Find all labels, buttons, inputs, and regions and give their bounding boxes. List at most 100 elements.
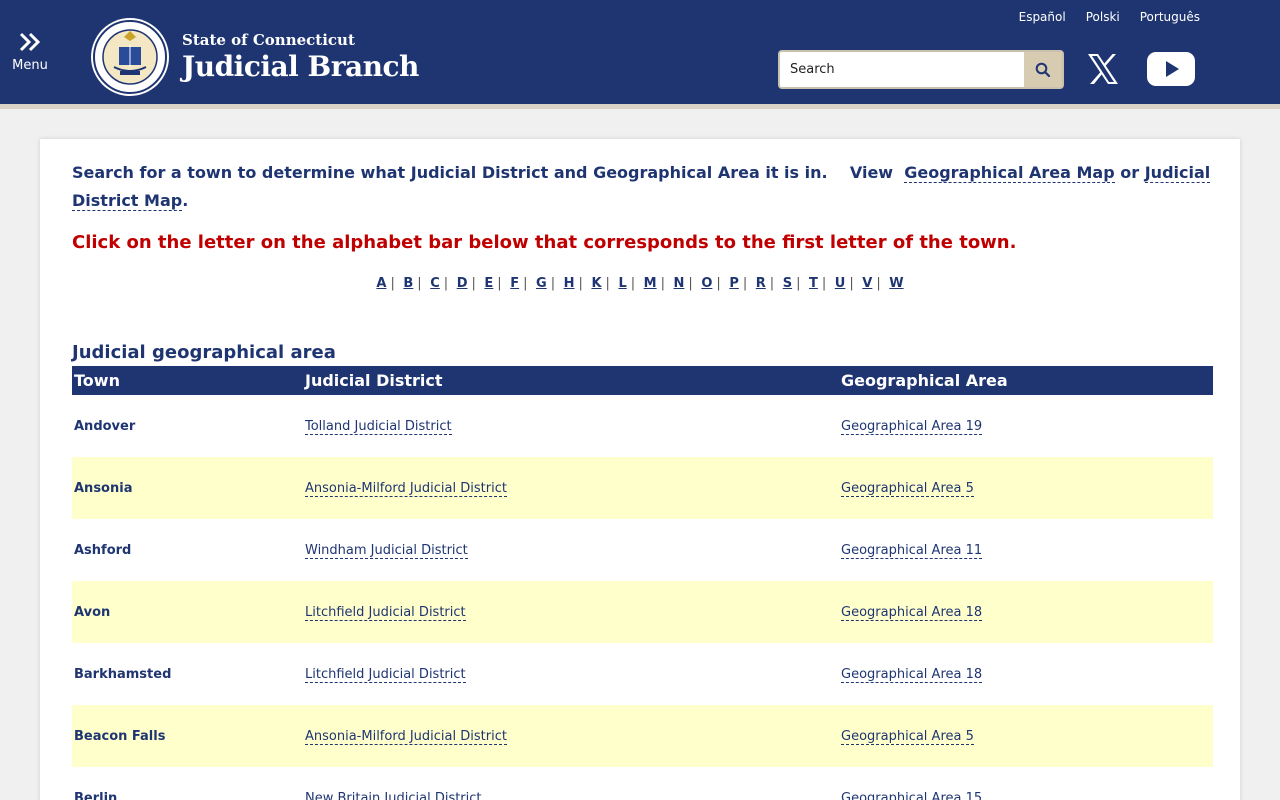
- alpha-link[interactable]: U: [835, 276, 846, 291]
- double-chevron-right-icon: [19, 32, 41, 52]
- intro-paragraph: Search for a town to determine what Judi…: [72, 159, 1212, 215]
- town-cell: Berlin: [74, 790, 118, 800]
- area-link[interactable]: Geographical Area 11: [841, 542, 983, 559]
- area-link[interactable]: Geographical Area 19: [841, 418, 983, 435]
- state-seal-logo[interactable]: [90, 17, 170, 97]
- separator: |: [497, 276, 502, 291]
- district-link[interactable]: Tolland Judicial District: [305, 418, 452, 435]
- town-cell: Beacon Falls: [74, 728, 166, 744]
- table-title: Judicial geographical area: [72, 342, 336, 363]
- district-cell: Litchfield Judicial District: [303, 643, 839, 705]
- district-cell: Windham Judicial District: [303, 519, 839, 581]
- area-link[interactable]: Geographical Area 5: [841, 728, 974, 745]
- town-cell: Ansonia: [74, 480, 133, 496]
- area-link[interactable]: Geographical Area 5: [841, 480, 974, 497]
- brand-title[interactable]: Judicial Branch: [182, 50, 419, 83]
- area-link[interactable]: Geographical Area 15: [841, 790, 983, 800]
- lang-link-polski[interactable]: Polski: [1086, 10, 1120, 24]
- ga-map-link[interactable]: Geographical Area Map: [904, 163, 1115, 183]
- alpha-link[interactable]: M: [644, 276, 657, 291]
- separator: |: [769, 276, 775, 291]
- area-link[interactable]: Geographical Area 18: [841, 666, 983, 683]
- separator: |: [688, 276, 693, 291]
- intro-view: View: [849, 163, 894, 182]
- table-row: Avon Litchfield Judicial District Geogra…: [72, 581, 1213, 643]
- town-cell: Ashford: [74, 542, 132, 558]
- brand-subtitle: State of Connecticut: [182, 31, 355, 49]
- alpha-link[interactable]: R: [756, 276, 766, 291]
- header-geographical-area: Geographical Area: [841, 371, 1008, 390]
- alphabet-bar: A | B | C | D | E | F | G | H | K | L | M | N | O | P…: [40, 276, 1240, 291]
- alpha-link[interactable]: B: [403, 276, 413, 291]
- separator: |: [523, 276, 528, 291]
- language-links: Español Polski Português: [1019, 10, 1200, 24]
- table-header-row: Town Judicial District Geographical Area: [72, 366, 1213, 395]
- alpha-link[interactable]: N: [674, 276, 685, 291]
- separator: |: [796, 276, 801, 291]
- search-button[interactable]: [1024, 52, 1062, 87]
- alpha-link[interactable]: L: [618, 276, 626, 291]
- separator: |: [876, 276, 881, 291]
- table-row: Berlin New Britain Judicial District Geo…: [72, 767, 1213, 800]
- lang-link-espanol[interactable]: Español: [1019, 10, 1066, 24]
- district-link[interactable]: Ansonia-Milford Judicial District: [305, 728, 507, 745]
- youtube-icon[interactable]: [1146, 51, 1196, 87]
- area-link[interactable]: Geographical Area 18: [841, 604, 983, 621]
- area-cell: Geographical Area 18: [839, 643, 1213, 705]
- intro-period: .: [182, 191, 189, 210]
- alpha-link[interactable]: G: [536, 276, 547, 291]
- alpha-link[interactable]: W: [889, 276, 903, 291]
- district-cell: Ansonia-Milford Judicial District: [303, 457, 839, 519]
- separator: |: [849, 276, 854, 291]
- alpha-link[interactable]: S: [783, 276, 792, 291]
- alpha-link[interactable]: A: [376, 276, 386, 291]
- x-twitter-icon[interactable]: [1085, 51, 1121, 87]
- intro-text: Search for a town to determine what Judi…: [72, 163, 828, 182]
- district-link[interactable]: New Britain Judicial District: [305, 790, 482, 800]
- alpha-link[interactable]: C: [430, 276, 440, 291]
- header-divider: [0, 104, 1280, 109]
- area-cell: Geographical Area 11: [839, 519, 1213, 581]
- table-row: Beacon Falls Ansonia-Milford Judicial Di…: [72, 705, 1213, 767]
- district-cell: Ansonia-Milford Judicial District: [303, 705, 839, 767]
- header-judicial-district: Judicial District: [305, 371, 443, 390]
- town-cell: Barkhamsted: [74, 666, 172, 682]
- town-table: Town Judicial District Geographical Area…: [72, 366, 1213, 800]
- intro-or: or: [1120, 163, 1140, 182]
- alpha-link[interactable]: K: [591, 276, 601, 291]
- alpha-link[interactable]: E: [484, 276, 493, 291]
- area-cell: Geographical Area 15: [839, 767, 1213, 800]
- alpha-link[interactable]: O: [701, 276, 712, 291]
- alpha-link[interactable]: D: [457, 276, 468, 291]
- separator: |: [821, 276, 827, 291]
- district-link[interactable]: Litchfield Judicial District: [305, 666, 466, 683]
- table-row: Ashford Windham Judicial District Geogra…: [72, 519, 1213, 581]
- table-row: Barkhamsted Litchfield Judicial District…: [72, 643, 1213, 705]
- separator: |: [630, 276, 636, 291]
- alpha-link[interactable]: V: [862, 276, 872, 291]
- search-input[interactable]: [780, 52, 1024, 87]
- district-link[interactable]: Windham Judicial District: [305, 542, 468, 559]
- alpha-link[interactable]: F: [510, 276, 519, 291]
- district-cell: Tolland Judicial District: [303, 395, 839, 457]
- town-cell: Andover: [74, 418, 136, 434]
- district-link[interactable]: Ansonia-Milford Judicial District: [305, 480, 507, 497]
- district-link[interactable]: Litchfield Judicial District: [305, 604, 466, 621]
- alpha-link[interactable]: P: [729, 276, 739, 291]
- area-cell: Geographical Area 5: [839, 457, 1213, 519]
- menu-label: Menu: [12, 58, 48, 73]
- alphabet-instruction: Click on the letter on the alphabet bar …: [72, 232, 1017, 253]
- alpha-link[interactable]: T: [809, 276, 818, 291]
- menu-button[interactable]: Menu: [8, 32, 52, 78]
- separator: |: [550, 276, 556, 291]
- area-cell: Geographical Area 18: [839, 581, 1213, 643]
- separator: |: [471, 276, 476, 291]
- district-cell: Litchfield Judicial District: [303, 581, 839, 643]
- separator: |: [605, 276, 610, 291]
- search-box: [778, 50, 1064, 89]
- separator: |: [417, 276, 422, 291]
- alpha-link[interactable]: H: [564, 276, 575, 291]
- lang-link-portugues[interactable]: Português: [1140, 10, 1200, 24]
- separator: |: [660, 276, 665, 291]
- separator: |: [716, 276, 721, 291]
